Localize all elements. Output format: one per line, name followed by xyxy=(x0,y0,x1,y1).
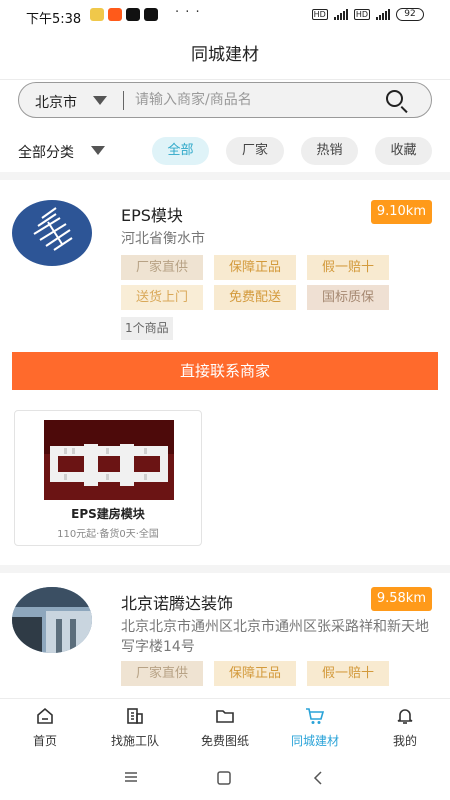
shop-logo xyxy=(12,200,92,266)
shop-address: 河北省衡水市 xyxy=(121,231,205,247)
tag-genuine-guarantee: 保障正品 xyxy=(214,255,296,280)
battery-icon: 92 xyxy=(396,8,424,21)
tag-free-shipping: 免费配送 xyxy=(214,285,296,310)
filter-chip-hot[interactable]: 热销 xyxy=(301,137,358,165)
shop-name-2[interactable]: 北京诺腾达装饰 xyxy=(121,590,233,614)
notification-icons xyxy=(90,8,158,21)
section-divider xyxy=(0,172,450,180)
distance-badge: 9.10km xyxy=(370,200,432,224)
tab-local-materials[interactable]: 同城建材 xyxy=(270,699,360,757)
page-title: 同城建材 xyxy=(191,45,259,65)
city-selector[interactable]: 北京市 xyxy=(35,92,77,112)
tag-genuine-guarantee-2: 保障正品 xyxy=(214,661,296,686)
search-input[interactable] xyxy=(135,88,375,112)
folder-icon xyxy=(216,710,234,723)
hd-icon: HD xyxy=(311,9,328,20)
shop-card-2[interactable]: 北京诺腾达装饰 9.58km 北京北京市通州区北京市通州区张采路祥和新天地写字楼… xyxy=(0,573,450,698)
filter-row: 全部分类 全部 厂家 热销 收藏 xyxy=(0,136,450,166)
category-selector[interactable]: 全部分类 xyxy=(18,142,74,162)
shop-address-2: 北京北京市通州区北京市通州区张采路祥和新天地写字楼14号 xyxy=(121,619,429,655)
tab-free-drawings[interactable]: 免费图纸 xyxy=(180,699,270,757)
hd-icon-2: HD xyxy=(353,9,370,20)
product-name: EPS建房模块 xyxy=(71,507,145,521)
more-notifications-icon: · · · xyxy=(175,5,201,20)
shop-logo-2 xyxy=(12,587,92,653)
filter-chip-factory[interactable]: 厂家 xyxy=(226,137,284,165)
system-nav-bar xyxy=(0,756,450,800)
status-bar: 下午5:38 · · · HD HD 92 xyxy=(0,0,450,30)
tag-factory-direct: 厂家直供 xyxy=(121,255,203,280)
bell-icon xyxy=(397,709,413,724)
filter-chip-favorites[interactable]: 收藏 xyxy=(375,137,432,165)
cart-icon xyxy=(306,708,325,724)
distance-badge-2: 9.58km xyxy=(370,587,432,611)
product-card[interactable]: EPS建房模块 110元起·备货0天·全国 xyxy=(14,410,202,546)
building-icon xyxy=(127,708,143,724)
tag-factory-direct-2: 厂家直供 xyxy=(121,661,203,686)
tab-find-team[interactable]: 找施工队 xyxy=(90,699,180,757)
tab-mine-label: 我的 xyxy=(392,734,417,748)
bottom-nav: 首页 找施工队 免费图纸 同城建材 我的 xyxy=(0,698,450,756)
signal-icon-2 xyxy=(376,9,390,20)
status-time: 下午5:38 xyxy=(26,12,82,27)
tab-home-label: 首页 xyxy=(32,734,57,748)
tab-home[interactable]: 首页 xyxy=(0,699,90,757)
product-meta: 110元起·备货0天·全国 xyxy=(57,529,159,540)
tag-fake-pay-ten: 假一赔十 xyxy=(307,255,389,280)
system-status: HD HD 92 xyxy=(311,8,424,21)
tab-local-materials-label: 同城建材 xyxy=(290,734,339,748)
taobao-app-icon xyxy=(108,8,122,21)
tag-home-delivery: 送货上门 xyxy=(121,285,203,310)
tab-find-team-label: 找施工队 xyxy=(110,734,159,748)
filter-chip-all[interactable]: 全部 xyxy=(152,137,209,165)
search-divider xyxy=(123,91,124,110)
contact-merchant-button[interactable]: 直接联系商家 xyxy=(12,352,438,390)
menu-icon[interactable] xyxy=(124,771,138,783)
category-dropdown-icon[interactable] xyxy=(91,146,105,155)
shop-name[interactable]: EPS模块 xyxy=(121,202,183,226)
city-dropdown-icon[interactable] xyxy=(93,96,107,105)
tiktok-app-icon-2 xyxy=(144,8,158,21)
product-count: 1个商品 xyxy=(121,317,173,340)
section-divider-2 xyxy=(0,565,450,573)
app-header: 同城建材 xyxy=(0,30,450,80)
product-image xyxy=(44,420,174,500)
message-app-icon xyxy=(90,8,104,21)
signal-icon xyxy=(333,9,348,20)
home-square-icon[interactable] xyxy=(217,771,231,785)
back-icon[interactable] xyxy=(312,771,324,785)
tag-national-standard: 国标质保 xyxy=(307,285,389,310)
tab-mine[interactable]: 我的 xyxy=(360,699,450,757)
tab-free-drawings-label: 免费图纸 xyxy=(200,734,249,748)
search-bar: 北京市 xyxy=(18,82,432,118)
home-icon xyxy=(37,707,53,724)
tag-fake-pay-ten-2: 假一赔十 xyxy=(307,661,389,686)
search-icon[interactable] xyxy=(386,90,403,107)
shop-card[interactable]: EPS模块 9.10km 河北省衡水市 厂家直供 保障正品 假一赔十 送货上门 … xyxy=(0,180,450,565)
tiktok-app-icon xyxy=(126,8,140,21)
